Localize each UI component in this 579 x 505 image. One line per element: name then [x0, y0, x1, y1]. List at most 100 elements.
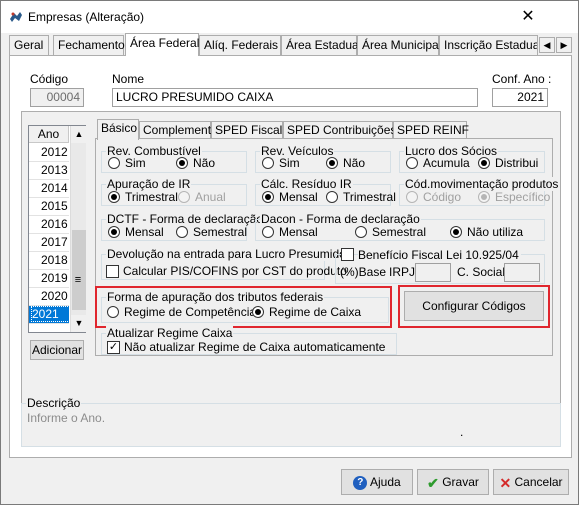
tab-scroll-left-icon[interactable]: ◀: [539, 37, 555, 53]
conf-ano-field[interactable]: 2021: [492, 88, 548, 107]
nome-label: Nome: [112, 72, 145, 86]
close-icon[interactable]: ✕: [517, 7, 539, 27]
cod-mov-title: Cód.movimentação produtos: [404, 177, 560, 191]
descricao-dot: .: [460, 425, 464, 439]
dacon-mensal-radio[interactable]: [262, 226, 274, 238]
subtab-sped-contribuicoes[interactable]: SPED Contribuições: [283, 121, 396, 139]
rev-combustivel-sim-label: Sim: [125, 156, 146, 170]
cancelar-label: Cancelar: [514, 475, 563, 489]
ajuda-label: Ajuda: [369, 475, 401, 489]
descricao-title: Descrição: [26, 396, 82, 410]
year-grid-header: Ano: [29, 126, 69, 143]
tab-area-federal[interactable]: Área Federal: [125, 33, 199, 56]
year-row[interactable]: 2020: [29, 288, 69, 306]
dacon-semestral-label: Semestral: [372, 225, 427, 239]
cod-mov-codigo-radio: [406, 191, 418, 203]
base-label: (%)Base: [340, 265, 387, 279]
rev-combustivel-nao-radio[interactable]: [176, 157, 188, 169]
conf-ano-label: Conf. Ano :: [492, 72, 552, 86]
cod-mov-especifico-radio: [478, 191, 490, 203]
year-row[interactable]: 2016: [29, 216, 69, 234]
apuracao-ir-title: Apuração de IR: [106, 177, 192, 191]
dacon-semestral-radio[interactable]: [355, 226, 367, 238]
rev-combustivel-sim-radio[interactable]: [108, 157, 120, 169]
lucro-socios-distribui-radio[interactable]: [478, 157, 490, 169]
rev-veiculos-nao-label: Não: [343, 156, 366, 170]
subtab-basico[interactable]: Básico: [97, 119, 139, 140]
dctf-title: DCTF - Forma de declaração: [106, 212, 265, 226]
year-grid-scrollbar[interactable]: ▲ ≡ ▼: [70, 126, 87, 332]
tab-area-estadual[interactable]: Área Estadual: [281, 35, 361, 55]
checkmark-icon: ✔: [427, 474, 439, 491]
irpj-field: [415, 263, 451, 282]
calc-residuo-trimestral-label: Trimestral: [343, 190, 396, 204]
calc-residuo-ir-title: Cálc. Resíduo IR: [260, 177, 353, 191]
cod-mov-codigo-label: Código: [423, 190, 462, 204]
csocial-label: C. Social: [457, 265, 506, 279]
codigo-label: Código: [30, 72, 69, 86]
nao-atualizar-label: Não atualizar Regime de Caixa automatica…: [124, 340, 386, 354]
gravar-button[interactable]: ✔ Gravar: [417, 469, 489, 495]
year-row[interactable]: 2015: [29, 198, 69, 216]
scroll-thumb[interactable]: [72, 230, 86, 310]
dacon-title: Dacon - Forma de declaração: [260, 212, 421, 226]
year-row[interactable]: 2012: [29, 144, 69, 162]
tab-area-municipal[interactable]: Área Municipal: [357, 35, 441, 55]
year-grid[interactable]: Ano 2012 2013 2014 2015 2016 2017 2018 2…: [28, 125, 87, 333]
year-row-selected[interactable]: 2021: [29, 306, 70, 324]
rev-combustivel-nao-label: Não: [193, 156, 216, 170]
rev-combustivel-group: Rev. Combustível: [101, 144, 247, 173]
cancelar-button[interactable]: ✕ Cancelar: [493, 469, 569, 495]
scroll-down-icon[interactable]: ▼: [71, 315, 87, 332]
ajuda-button[interactable]: ? Ajuda: [341, 469, 413, 495]
subtab-complemento[interactable]: Complemento: [139, 121, 218, 139]
dacon-nao-utiliza-label: Não utiliza: [467, 225, 524, 239]
year-row[interactable]: 2014: [29, 180, 69, 198]
beneficio-fiscal-label: Benefício Fiscal Lei 10.925/04: [358, 248, 521, 262]
descricao-group: Descrição: [21, 396, 561, 447]
nome-field[interactable]: LUCRO PRESUMIDO CAIXA: [112, 88, 478, 107]
year-row[interactable]: 2019: [29, 270, 69, 288]
irpj-label: IRPJ: [389, 265, 416, 279]
tab-aliq-federais[interactable]: Alíq. Federais: [199, 35, 281, 55]
calcular-pis-cofins-checkbox[interactable]: [106, 265, 119, 278]
rev-veiculos-nao-radio[interactable]: [326, 157, 338, 169]
rev-veiculos-group: Rev. Veículos: [255, 144, 391, 173]
tab-scroll-right-icon[interactable]: ▶: [556, 37, 572, 53]
beneficio-fiscal-checkbox[interactable]: [341, 248, 354, 261]
year-row[interactable]: 2013: [29, 162, 69, 180]
dctf-semestral-radio[interactable]: [176, 226, 188, 238]
lucro-socios-distribui-label: Distribui: [495, 156, 539, 170]
tab-geral[interactable]: Geral: [9, 35, 49, 55]
title-bar: Empresas (Alteração) ✕: [1, 1, 578, 33]
lucro-socios-acumula-label: Acumula: [423, 156, 470, 170]
dacon-nao-utiliza-radio[interactable]: [450, 226, 462, 238]
calc-residuo-trimestral-radio[interactable]: [326, 191, 338, 203]
calc-residuo-mensal-radio[interactable]: [262, 191, 274, 203]
apuracao-ir-anual-label: Anual: [195, 190, 226, 204]
dctf-mensal-label: Mensal: [125, 225, 164, 239]
dctf-mensal-radio[interactable]: [108, 226, 120, 238]
nao-atualizar-checkbox[interactable]: ✓: [107, 341, 120, 354]
window: Empresas (Alteração) ✕ Geral Fechamento …: [0, 0, 579, 505]
year-row[interactable]: 2017: [29, 234, 69, 252]
help-icon: ?: [353, 475, 368, 490]
tab-inscricao-estadual[interactable]: Inscrição Estadual S: [439, 35, 538, 55]
scroll-up-icon[interactable]: ▲: [71, 126, 87, 143]
rev-veiculos-sim-radio[interactable]: [262, 157, 274, 169]
gravar-label: Gravar: [442, 475, 479, 489]
devolucao-title: Devolução na entrada para Lucro Presumid…: [106, 247, 347, 261]
subtab-sped-fiscal[interactable]: SPED Fiscal: [211, 121, 283, 139]
csocial-field: [504, 263, 540, 282]
apuracao-ir-trimestral-radio[interactable]: [108, 191, 120, 203]
subtab-sped-reinf[interactable]: SPED REINF: [393, 121, 469, 139]
year-row[interactable]: 2018: [29, 252, 69, 270]
apuracao-ir-trimestral-label: Trimestral: [125, 190, 178, 204]
scroll-grip-icon: ≡: [74, 274, 82, 286]
configurar-codigos-highlight: [398, 285, 550, 328]
adicionar-button[interactable]: Adicionar: [30, 340, 84, 360]
cancel-x-icon: ✕: [499, 474, 512, 491]
tab-fechamento[interactable]: Fechamento: [53, 35, 125, 55]
dacon-mensal-label: Mensal: [279, 225, 318, 239]
lucro-socios-acumula-radio[interactable]: [406, 157, 418, 169]
